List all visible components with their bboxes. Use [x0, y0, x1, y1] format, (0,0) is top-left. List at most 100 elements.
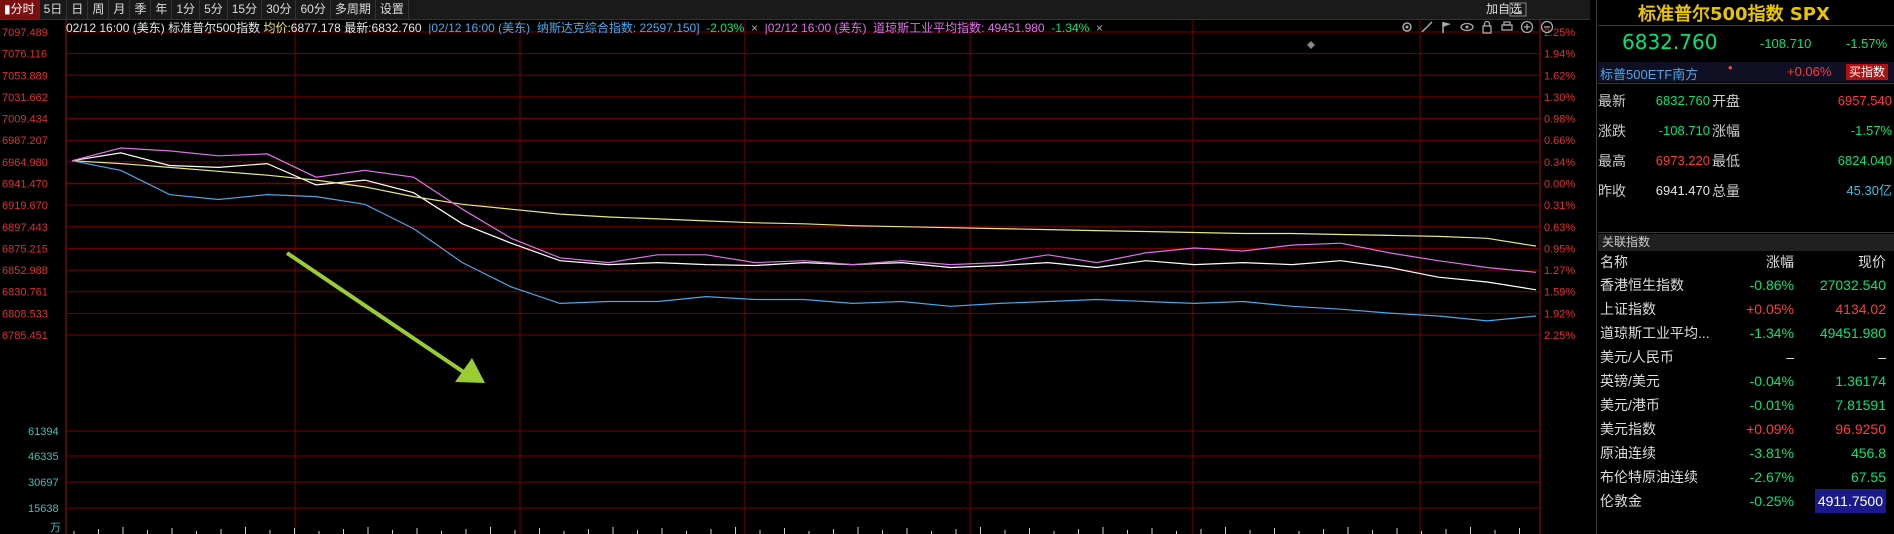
series-line-2: [71, 160, 1537, 322]
period-tab-12[interactable]: 多周期: [331, 0, 376, 19]
period-tab-9[interactable]: 15分: [228, 0, 263, 19]
period-toolbar: ▮分时 5日日周月季年 1分 5分 15分 30分 60分 多周期 设置: [0, 0, 1590, 20]
period-tab-8[interactable]: 5分: [200, 0, 228, 19]
related-price: 456.8: [1850, 445, 1886, 461]
period-tab-13[interactable]: 设置: [376, 0, 409, 19]
zoom-in-icon[interactable]: [1520, 20, 1534, 34]
related-row[interactable]: 伦敦金 -0.25% 4911.7500: [1598, 489, 1894, 513]
quote-label: 昨收: [1598, 183, 1626, 199]
related-row[interactable]: 香港恒生指数 -0.86% 27032.540: [1598, 273, 1894, 297]
related-row[interactable]: 原油连续 -3.81% 456.8: [1598, 441, 1894, 465]
panel-change-pct: -1.57%: [1846, 36, 1888, 51]
buy-index-button[interactable]: 买指数: [1846, 64, 1889, 80]
right-tick-label: 0.63%: [1544, 222, 1575, 234]
related-row[interactable]: 布伦特原油连续 -2.67% 67.55: [1598, 465, 1894, 489]
avg-label: 均价:: [263, 21, 291, 35]
related-chg: -2.67%: [1749, 469, 1794, 485]
minimize-icon[interactable]: [1508, 1, 1528, 18]
left-tick-label: 7097.489: [2, 27, 48, 39]
related-row[interactable]: 美元指数 +0.09% 96.9250: [1598, 417, 1894, 441]
close-nasdaq-icon[interactable]: ×: [751, 20, 758, 36]
period-tab-6[interactable]: 年: [151, 0, 173, 19]
related-price: 67.55: [1850, 469, 1886, 485]
index-name-3: 道琼斯工业平均指数:: [873, 21, 985, 35]
right-tick-label: 0.00%: [1544, 179, 1575, 191]
related-row[interactable]: 美元/港币 -0.01% 7.81591: [1598, 393, 1894, 417]
quote-label: 最新: [1598, 93, 1626, 109]
period-tab-10[interactable]: 30分: [262, 0, 297, 19]
quote-value: -1.57%: [1850, 123, 1892, 138]
etf-row[interactable]: 标普500ETF南方 • +0.06% 买指数: [1598, 60, 1894, 83]
lock-icon[interactable]: [1480, 20, 1494, 34]
cursor-marker: [1307, 41, 1315, 49]
left-tick-label: 6987.207: [2, 135, 48, 147]
right-tick-label: 1.92%: [1544, 308, 1575, 320]
right-tick-label: 1.27%: [1544, 265, 1575, 277]
quote-value: 6941.470: [1655, 183, 1710, 198]
related-name: 英镑/美元: [1600, 373, 1660, 389]
period-tab-1[interactable]: 5日: [40, 0, 68, 19]
period-tab-4[interactable]: 月: [109, 0, 131, 19]
etf-dot: •: [1728, 60, 1733, 75]
left-tick-label: 7009.434: [2, 114, 48, 126]
pen-icon[interactable]: [1420, 20, 1434, 34]
left-tick-label: 6941.470: [2, 179, 48, 191]
period-tab-2[interactable]: 日: [67, 0, 89, 19]
related-chg: -0.25%: [1749, 493, 1794, 509]
left-tick-label: 6875.215: [2, 243, 48, 255]
right-tick-label: 1.94%: [1544, 49, 1575, 61]
gear-icon[interactable]: [1400, 20, 1414, 34]
related-row[interactable]: 美元/人民币 – –: [1598, 345, 1894, 369]
volume-tick-label: 46335: [28, 451, 59, 463]
related-chg: -0.04%: [1749, 373, 1794, 389]
avg-value: 6877.178: [290, 21, 341, 35]
period-tab-11[interactable]: 60分: [296, 0, 331, 19]
chart-tools: [1400, 20, 1554, 36]
left-tick-label: 7053.889: [2, 70, 48, 82]
volume-tick-label: 15638: [28, 503, 59, 515]
quote-label: 涨跌: [1598, 123, 1626, 139]
left-tick-label: 6897.443: [2, 222, 48, 234]
period-tab-0[interactable]: ▮分时: [0, 0, 40, 19]
print-icon[interactable]: [1500, 20, 1514, 34]
intraday-chart[interactable]: 7097.489 2.25% 7076.116 1.94% 7053.889 1.62% 7…: [0, 19, 1596, 534]
time-label-2: 02/12 16:00 (美东): [431, 21, 531, 35]
right-tick-label: 0.95%: [1544, 243, 1575, 255]
panel-title: 标准普尔500指数 SPX: [1638, 4, 1830, 25]
related-price: –: [1878, 349, 1886, 365]
related-row[interactable]: 英镑/美元 -0.04% 1.36174: [1598, 369, 1894, 393]
eye-icon[interactable]: [1460, 20, 1474, 34]
volume-tick-label: 61394: [28, 426, 59, 438]
related-row[interactable]: 道琼斯工业平均... -1.34% 49451.980: [1598, 321, 1894, 345]
index-value-3: 49451.980: [987, 21, 1045, 35]
right-tick-label: 0.66%: [1544, 135, 1575, 147]
left-tick-label: 7031.662: [2, 92, 48, 104]
right-tick-label: 2.25%: [1544, 330, 1575, 342]
left-tick-label: 6785.451: [2, 330, 48, 342]
close-dow-icon[interactable]: ×: [1096, 20, 1103, 36]
index-chg-3: -1.34%: [1051, 21, 1090, 35]
period-tab-7[interactable]: 1分: [172, 0, 201, 19]
etf-name[interactable]: 标普500ETF南方: [1600, 64, 1698, 83]
related-chg: +0.09%: [1746, 421, 1794, 437]
flag-icon[interactable]: [1440, 20, 1454, 34]
related-row[interactable]: 上证指数 +0.05% 4134.02: [1598, 297, 1894, 321]
left-tick-label: 6830.761: [2, 287, 48, 299]
quote-label: 最低: [1712, 153, 1740, 169]
panel-change: -108.710: [1760, 36, 1812, 51]
zoom-out-icon[interactable]: [1540, 20, 1554, 34]
index-name-1: 标准普尔500指数: [168, 21, 261, 35]
period-tab-3[interactable]: 周: [88, 0, 110, 19]
series-line-0: [71, 152, 1537, 291]
col-name-header: 名称: [1600, 254, 1628, 270]
index-name-2: 纳斯达克综合指数:: [536, 21, 637, 35]
period-tab-5[interactable]: 季: [130, 0, 152, 19]
quote-value: 45.30亿: [1846, 183, 1892, 198]
volume-tick-label: 30697: [28, 477, 59, 489]
panel-price: 6832.760: [1622, 30, 1718, 54]
related-name: 香港恒生指数: [1600, 277, 1684, 293]
related-chg: -3.81%: [1749, 445, 1794, 461]
related-price: 96.9250: [1835, 421, 1886, 437]
right-tick-label: 0.98%: [1544, 114, 1575, 126]
trend-arrow: [285, 251, 470, 377]
